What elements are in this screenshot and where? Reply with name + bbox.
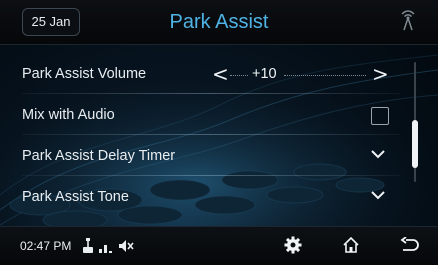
tone-row[interactable]: Park Assist Tone: [22, 179, 400, 217]
bottom-bar: 02:47 PM: [0, 226, 438, 265]
volume-track-left: [230, 75, 248, 76]
volume-value: +10: [252, 66, 277, 82]
delay-timer-label: Park Assist Delay Timer: [22, 148, 176, 164]
park-assist-screen: 25 Jan Park Assist Park Assist Volume < …: [0, 0, 438, 265]
mute-icon: [119, 240, 134, 252]
usb-icon: [83, 238, 93, 253]
tone-label: Park Assist Tone: [22, 189, 129, 205]
volume-label: Park Assist Volume: [22, 66, 147, 82]
page-title: Park Assist: [169, 11, 269, 33]
volume-increase-button[interactable]: >: [372, 62, 389, 86]
volume-track-right: [284, 75, 366, 76]
chevron-down-icon[interactable]: [369, 148, 387, 160]
mix-audio-row[interactable]: Mix with Audio: [22, 97, 400, 135]
chevron-down-icon[interactable]: [369, 189, 387, 201]
mix-audio-checkbox[interactable]: [371, 107, 389, 125]
signal-bars-icon: [99, 245, 112, 253]
back-icon[interactable]: [400, 237, 420, 253]
volume-row: Park Assist Volume < +10 >: [22, 56, 400, 94]
row-divider: [22, 175, 400, 176]
row-divider: [22, 93, 400, 94]
mix-audio-label: Mix with Audio: [22, 107, 115, 123]
top-bar: 25 Jan Park Assist: [0, 0, 438, 45]
settings-gear-icon[interactable]: [284, 236, 302, 254]
home-icon[interactable]: [342, 236, 360, 254]
wireless-signal-icon: [401, 10, 415, 31]
delay-timer-row[interactable]: Park Assist Delay Timer: [22, 138, 400, 176]
scrollbar-thumb[interactable]: [412, 120, 418, 168]
row-divider: [22, 134, 400, 135]
volume-decrease-button[interactable]: <: [212, 62, 229, 86]
clock-time: 02:47 PM: [20, 239, 72, 253]
